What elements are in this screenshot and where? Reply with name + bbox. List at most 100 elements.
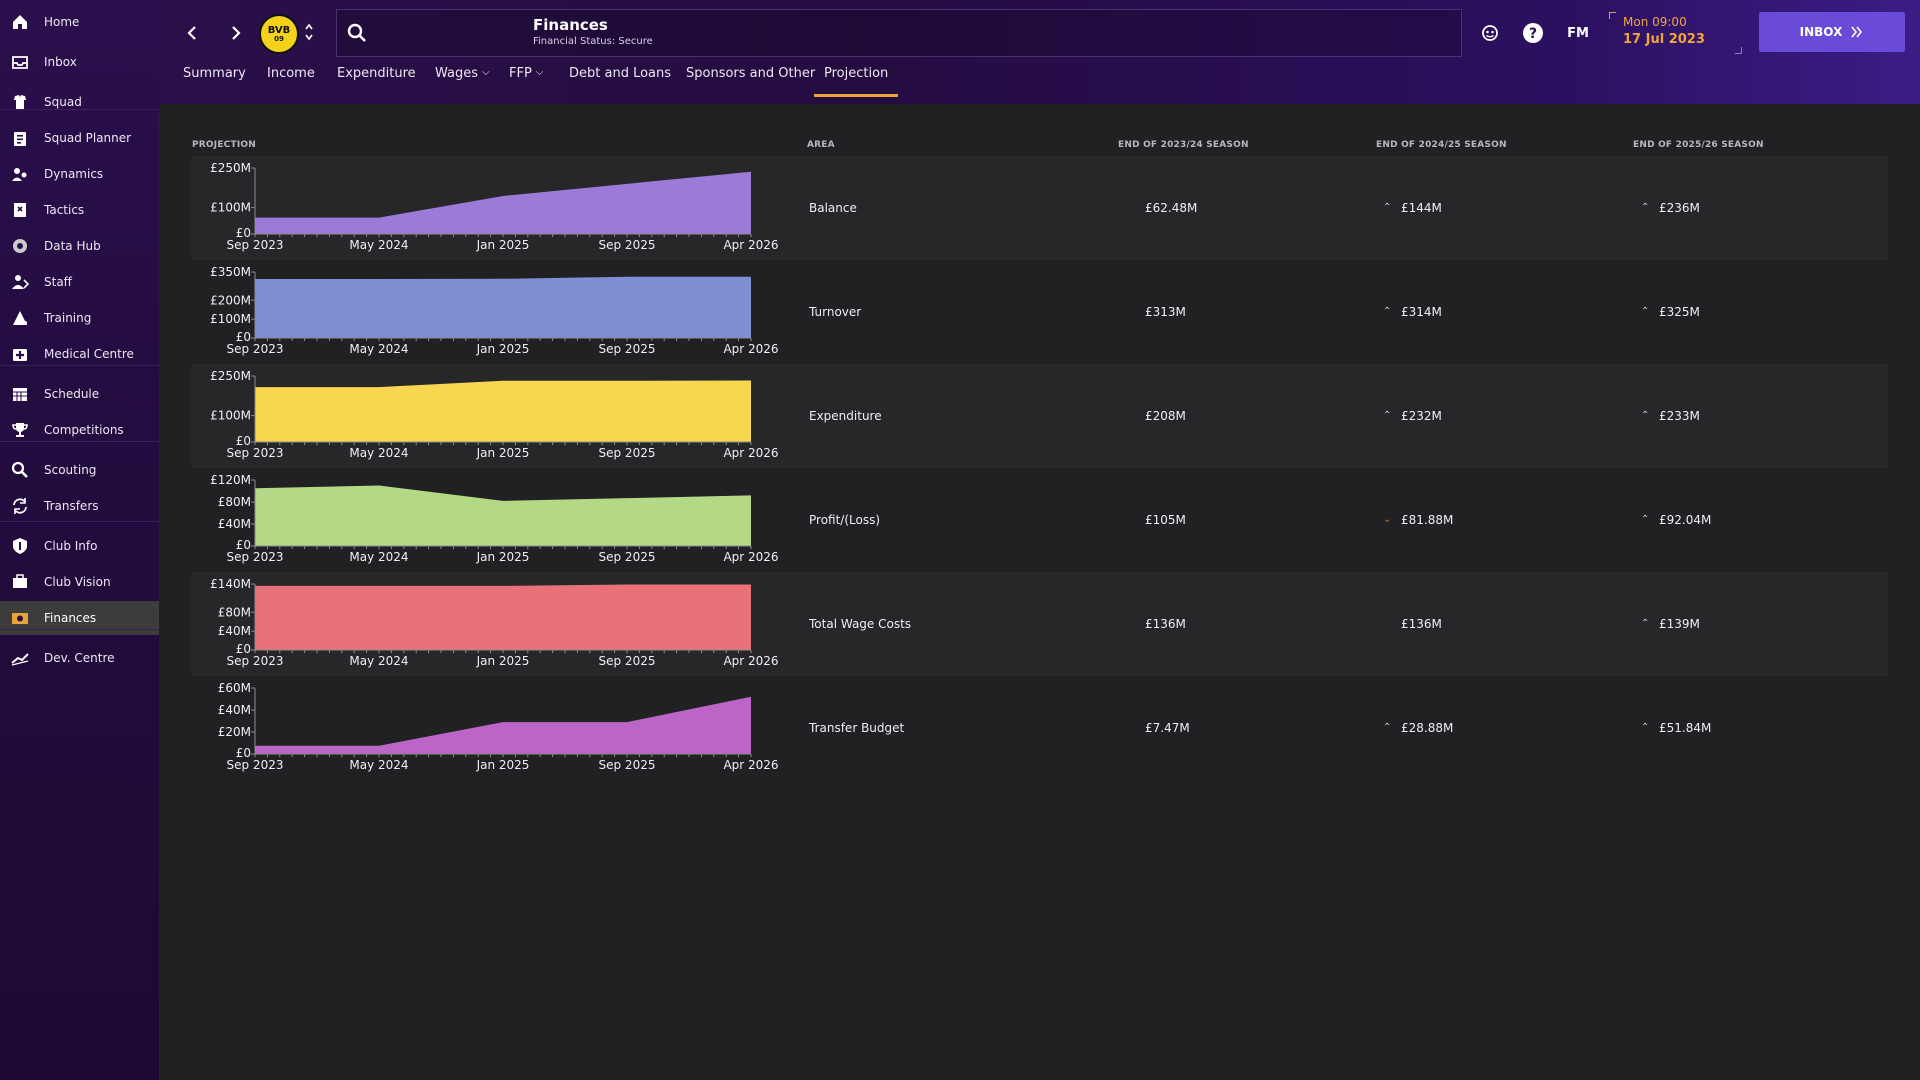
sidebar-divider [0, 109, 159, 110]
sidebar-item-staff[interactable]: Staff [0, 265, 159, 299]
sidebar-item-label: Squad Planner [44, 131, 132, 145]
chart-area-series [255, 696, 751, 754]
tab-projection[interactable]: Projection [814, 66, 899, 97]
clipboard-icon [10, 128, 30, 148]
sidebar-item-dynamics[interactable]: Dynamics [0, 157, 159, 191]
chart-x-tick-label: Sep 2023 [227, 758, 284, 772]
sidebar: Home Inbox Squad Squad Planner Dynamics Tacti… [0, 0, 160, 1080]
club-switch-button[interactable] [302, 16, 316, 48]
chevron-down-icon: ⌵ [482, 67, 490, 78]
sidebar-item-club-info[interactable]: Club Info [0, 529, 159, 563]
season-2024-25-value: £232M [1401, 409, 1442, 423]
shield-icon [10, 536, 30, 556]
season-2024-25-value: £28.88M [1401, 721, 1454, 735]
social-button[interactable] [1477, 20, 1503, 46]
date-corner-marker-bottom [1735, 47, 1742, 54]
column-header-s1[interactable]: END OF 2023/24 SEASON [1118, 140, 1249, 150]
trend-up-icon: ⌃ [1383, 202, 1392, 213]
season-2025-26-value: £51.84M [1659, 721, 1712, 735]
chart-area-series [255, 276, 751, 338]
sidebar-item-label: Competitions [44, 423, 124, 437]
chart-y-tick-label: £80M [218, 605, 251, 619]
sidebar-divider [0, 521, 159, 522]
season-2023-24-value: £62.48M [1145, 201, 1198, 215]
chart-x-tick-label: Apr 2026 [723, 550, 778, 564]
sidebar-item-dev-centre[interactable]: Dev. Centre [0, 641, 159, 675]
sidebar-item-schedule[interactable]: Schedule [0, 377, 159, 411]
season-2024-25-value: £314M [1401, 305, 1442, 319]
area-name: Balance [809, 201, 857, 215]
column-header-s2[interactable]: END OF 2024/25 SEASON [1376, 140, 1507, 150]
chart-x-tick-label: Jan 2025 [476, 342, 530, 356]
chevron-right-icon [232, 26, 241, 40]
sidebar-item-home[interactable]: Home [0, 5, 159, 39]
sidebar-item-label: Club Vision [44, 575, 111, 589]
chart-y-tick-label: £100M [210, 409, 251, 423]
calendar-icon [10, 384, 30, 404]
column-header-s3[interactable]: END OF 2025/26 SEASON [1633, 140, 1764, 150]
chart-x-tick-label: Sep 2025 [599, 550, 656, 564]
trend-up-icon: ⌃ [1641, 202, 1650, 213]
help-button[interactable]: ? [1520, 20, 1546, 46]
trend-down-icon: ⌄ [1383, 514, 1392, 525]
chart-x-tick-label: May 2024 [349, 758, 408, 772]
tab-label: Expenditure [337, 66, 416, 81]
club-badge-text: BVB [267, 24, 291, 36]
inbox-continue-button[interactable]: INBOX [1759, 12, 1905, 52]
club-badge[interactable]: BVB 09 [259, 14, 299, 54]
area-name: Total Wage Costs [809, 617, 912, 631]
chart-y-tick-label: £20M [218, 725, 251, 739]
tab-sponsors-and-other[interactable]: Sponsors and Other [686, 66, 815, 94]
chart-y-tick-label: £100M [210, 312, 251, 326]
game-date[interactable]: Mon 09:00 17 Jul 2023 [1623, 15, 1705, 47]
sidebar-item-label: Transfers [44, 499, 99, 513]
sidebar-item-tactics[interactable]: Tactics [0, 193, 159, 227]
trend-up-icon: ⌃ [1641, 306, 1650, 317]
tab-summary[interactable]: Summary [183, 66, 246, 94]
sidebar-item-label: Training [44, 311, 92, 325]
back-button[interactable] [179, 20, 205, 46]
sidebar-divider [0, 441, 159, 442]
fm-menu-button[interactable]: FM [1561, 20, 1595, 46]
sidebar-item-label: Finances [44, 611, 97, 625]
sidebar-item-transfers[interactable]: Transfers [0, 489, 159, 523]
sidebar-item-label: Club Info [44, 539, 98, 553]
sidebar-item-label: Data Hub [44, 239, 101, 253]
sidebar-item-training[interactable]: Training [0, 301, 159, 335]
season-2025-26-value: £325M [1659, 305, 1700, 319]
projection-chart: £250M£100M£0Sep 2023 May 2024 Jan 2025 Sep … [210, 161, 778, 252]
projection-chart: £120M£80M£40M£0Sep 2023 May 2024 Jan 2025 S… [210, 473, 778, 564]
sidebar-item-label: Dynamics [44, 167, 104, 181]
chart-x-tick-label: Jan 2025 [476, 446, 530, 460]
area-name: Expenditure [809, 409, 882, 423]
column-header-area[interactable]: AREA [807, 140, 835, 150]
tab-wages[interactable]: Wages ⌵ [435, 66, 490, 94]
area-name: Transfer Budget [809, 721, 905, 735]
sidebar-item-squad-planner[interactable]: Squad Planner [0, 121, 159, 155]
tab-expenditure[interactable]: Expenditure [337, 66, 416, 94]
column-header-projection[interactable]: PROJECTION [192, 140, 256, 150]
forward-button[interactable] [223, 20, 249, 46]
sidebar-item-scouting[interactable]: Scouting [0, 453, 159, 487]
search-bar[interactable] [336, 9, 1462, 57]
chart-x-tick-label: Sep 2023 [227, 342, 284, 356]
game-time: Mon 09:00 [1623, 15, 1687, 29]
projection-chart: £60M£40M£20M£0Sep 2023 May 2024 Jan 2025 Se… [218, 681, 779, 772]
fm-logo: FM [1567, 25, 1589, 41]
sidebar-item-inbox[interactable]: Inbox [0, 45, 159, 79]
double-chevron-right-icon [1851, 26, 1863, 38]
sidebar-item-data-hub[interactable]: Data Hub [0, 229, 159, 263]
season-2023-24-value: £7.47M [1145, 721, 1190, 735]
season-2023-24-value: £313M [1145, 305, 1186, 319]
sidebar-item-club-vision[interactable]: Club Vision [0, 565, 159, 599]
tab-debt-and-loans[interactable]: Debt and Loans [569, 66, 671, 94]
chart-y-tick-label: £140M [210, 577, 251, 591]
chart-y-tick-label: £40M [218, 703, 251, 717]
trend-up-icon: ⌃ [1641, 410, 1650, 421]
season-2024-25-value: £81.88M [1401, 513, 1454, 527]
tab-income[interactable]: Income [267, 66, 315, 94]
season-2025-26-value: £139M [1659, 617, 1700, 631]
chart-y-tick-label: £40M [218, 517, 251, 531]
sidebar-item-squad[interactable]: Squad [0, 85, 159, 119]
tab-ffp[interactable]: FFP ⌵ [509, 66, 543, 94]
